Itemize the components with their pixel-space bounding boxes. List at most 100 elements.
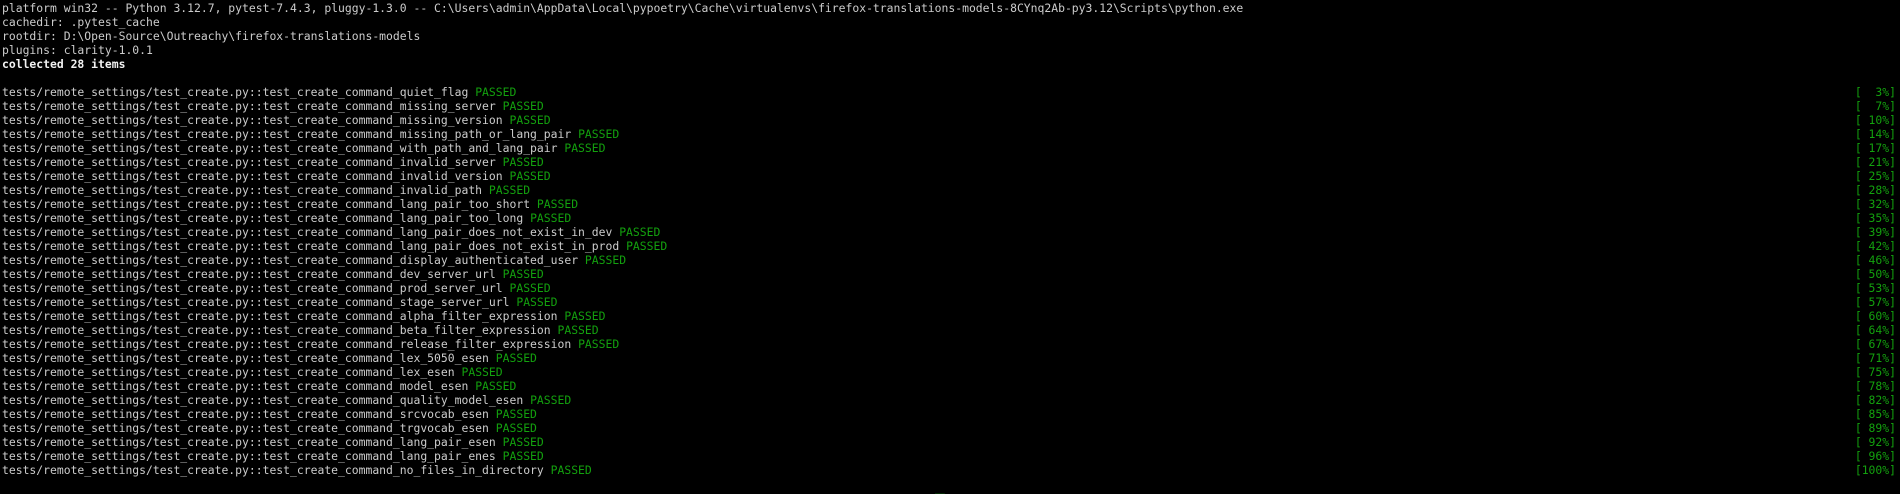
- test-name: tests/remote_settings/test_create.py::te…: [2, 141, 558, 155]
- test-progress: [ 85%]: [1854, 407, 1896, 421]
- test-result-row: tests/remote_settings/test_create.py::te…: [2, 155, 1896, 169]
- test-progress: [ 82%]: [1854, 393, 1896, 407]
- test-result-row: tests/remote_settings/test_create.py::te…: [2, 351, 1896, 365]
- test-result-row: tests/remote_settings/test_create.py::te…: [2, 435, 1896, 449]
- test-result-row: tests/remote_settings/test_create.py::te…: [2, 225, 1896, 239]
- test-progress: [ 10%]: [1854, 113, 1896, 127]
- test-name: tests/remote_settings/test_create.py::te…: [2, 351, 489, 365]
- cursor-marker: ▁▁: [935, 488, 945, 494]
- test-name: tests/remote_settings/test_create.py::te…: [2, 113, 503, 127]
- test-name: tests/remote_settings/test_create.py::te…: [2, 379, 469, 393]
- test-status: PASSED: [502, 99, 544, 113]
- test-status: PASSED: [495, 421, 537, 435]
- test-name: tests/remote_settings/test_create.py::te…: [2, 407, 489, 421]
- test-status: PASSED: [495, 351, 537, 365]
- test-result-row: tests/remote_settings/test_create.py::te…: [2, 449, 1896, 463]
- test-name: tests/remote_settings/test_create.py::te…: [2, 449, 496, 463]
- test-progress: [ 71%]: [1854, 351, 1896, 365]
- test-progress: [ 89%]: [1854, 421, 1896, 435]
- test-progress: [ 42%]: [1854, 239, 1896, 253]
- collected-line: collected 28 items: [2, 57, 126, 71]
- test-result-row: tests/remote_settings/test_create.py::te…: [2, 323, 1896, 337]
- test-result-row: tests/remote_settings/test_create.py::te…: [2, 253, 1896, 267]
- test-name: tests/remote_settings/test_create.py::te…: [2, 197, 531, 211]
- test-name: tests/remote_settings/test_create.py::te…: [2, 239, 620, 253]
- test-progress: [ 67%]: [1854, 337, 1896, 351]
- test-result-row: tests/remote_settings/test_create.py::te…: [2, 197, 1896, 211]
- test-result-row: tests/remote_settings/test_create.py::te…: [2, 421, 1896, 435]
- test-result-row: tests/remote_settings/test_create.py::te…: [2, 239, 1896, 253]
- test-progress: [ 46%]: [1854, 253, 1896, 267]
- test-result-row: tests/remote_settings/test_create.py::te…: [2, 99, 1896, 113]
- test-progress: [ 50%]: [1854, 267, 1896, 281]
- test-name: tests/remote_settings/test_create.py::te…: [2, 127, 572, 141]
- test-progress: [ 57%]: [1854, 295, 1896, 309]
- test-result-row: tests/remote_settings/test_create.py::te…: [2, 407, 1896, 421]
- test-result-row: tests/remote_settings/test_create.py::te…: [2, 113, 1896, 127]
- test-progress: [ 32%]: [1854, 197, 1896, 211]
- test-progress: [ 35%]: [1854, 211, 1896, 225]
- terminal-output: platform win32 -- Python 3.12.7, pytest-…: [2, 1, 1896, 477]
- test-status: PASSED: [550, 463, 592, 477]
- test-name: tests/remote_settings/test_create.py::te…: [2, 169, 503, 183]
- rootdir-line: rootdir: D:\Open-Source\Outreachy\firefo…: [2, 29, 421, 43]
- test-progress: [ 14%]: [1854, 127, 1896, 141]
- test-progress: [ 92%]: [1854, 435, 1896, 449]
- test-name: tests/remote_settings/test_create.py::te…: [2, 85, 469, 99]
- test-results-list: tests/remote_settings/test_create.py::te…: [2, 85, 1896, 477]
- test-result-row: tests/remote_settings/test_create.py::te…: [2, 281, 1896, 295]
- test-status: PASSED: [461, 365, 503, 379]
- test-name: tests/remote_settings/test_create.py::te…: [2, 183, 483, 197]
- test-status: PASSED: [502, 435, 544, 449]
- test-progress: [100%]: [1854, 463, 1896, 477]
- test-result-row: tests/remote_settings/test_create.py::te…: [2, 127, 1896, 141]
- test-status: PASSED: [516, 295, 558, 309]
- test-result-row: tests/remote_settings/test_create.py::te…: [2, 379, 1896, 393]
- test-status: PASSED: [578, 127, 620, 141]
- test-status: PASSED: [564, 141, 606, 155]
- test-name: tests/remote_settings/test_create.py::te…: [2, 393, 524, 407]
- test-progress: [ 17%]: [1854, 141, 1896, 155]
- test-progress: [ 28%]: [1854, 183, 1896, 197]
- cachedir-line: cachedir: .pytest_cache: [2, 15, 160, 29]
- test-result-row: tests/remote_settings/test_create.py::te…: [2, 141, 1896, 155]
- test-name: tests/remote_settings/test_create.py::te…: [2, 225, 613, 239]
- test-progress: [ 7%]: [1854, 99, 1896, 113]
- test-name: tests/remote_settings/test_create.py::te…: [2, 309, 558, 323]
- test-status: PASSED: [530, 211, 572, 225]
- test-status: PASSED: [509, 169, 551, 183]
- test-name: tests/remote_settings/test_create.py::te…: [2, 281, 503, 295]
- plugins-line: plugins: clarity-1.0.1: [2, 43, 153, 57]
- test-progress: [ 96%]: [1854, 449, 1896, 463]
- test-progress: [ 78%]: [1854, 379, 1896, 393]
- test-name: tests/remote_settings/test_create.py::te…: [2, 99, 496, 113]
- test-progress: [ 21%]: [1854, 155, 1896, 169]
- test-status: PASSED: [475, 85, 517, 99]
- test-result-row: tests/remote_settings/test_create.py::te…: [2, 183, 1896, 197]
- test-status: PASSED: [509, 113, 551, 127]
- test-name: tests/remote_settings/test_create.py::te…: [2, 295, 510, 309]
- test-result-row: tests/remote_settings/test_create.py::te…: [2, 393, 1896, 407]
- test-name: tests/remote_settings/test_create.py::te…: [2, 323, 551, 337]
- test-name: tests/remote_settings/test_create.py::te…: [2, 435, 496, 449]
- test-result-row: tests/remote_settings/test_create.py::te…: [2, 365, 1896, 379]
- test-status: PASSED: [530, 393, 572, 407]
- test-status: PASSED: [502, 267, 544, 281]
- test-status: PASSED: [502, 155, 544, 169]
- test-result-row: tests/remote_settings/test_create.py::te…: [2, 169, 1896, 183]
- test-status: PASSED: [557, 323, 599, 337]
- test-result-row: tests/remote_settings/test_create.py::te…: [2, 463, 1896, 477]
- test-status: PASSED: [509, 281, 551, 295]
- test-name: tests/remote_settings/test_create.py::te…: [2, 211, 524, 225]
- test-result-row: tests/remote_settings/test_create.py::te…: [2, 337, 1896, 351]
- test-progress: [ 53%]: [1854, 281, 1896, 295]
- test-status: PASSED: [564, 309, 606, 323]
- test-status: PASSED: [584, 253, 627, 267]
- platform-line: platform win32 -- Python 3.12.7, pytest-…: [2, 1, 1244, 15]
- test-status: PASSED: [626, 239, 668, 253]
- test-result-row: tests/remote_settings/test_create.py::te…: [2, 267, 1896, 281]
- test-progress: [ 25%]: [1854, 169, 1896, 183]
- test-status: PASSED: [619, 225, 661, 239]
- test-status: PASSED: [495, 407, 537, 421]
